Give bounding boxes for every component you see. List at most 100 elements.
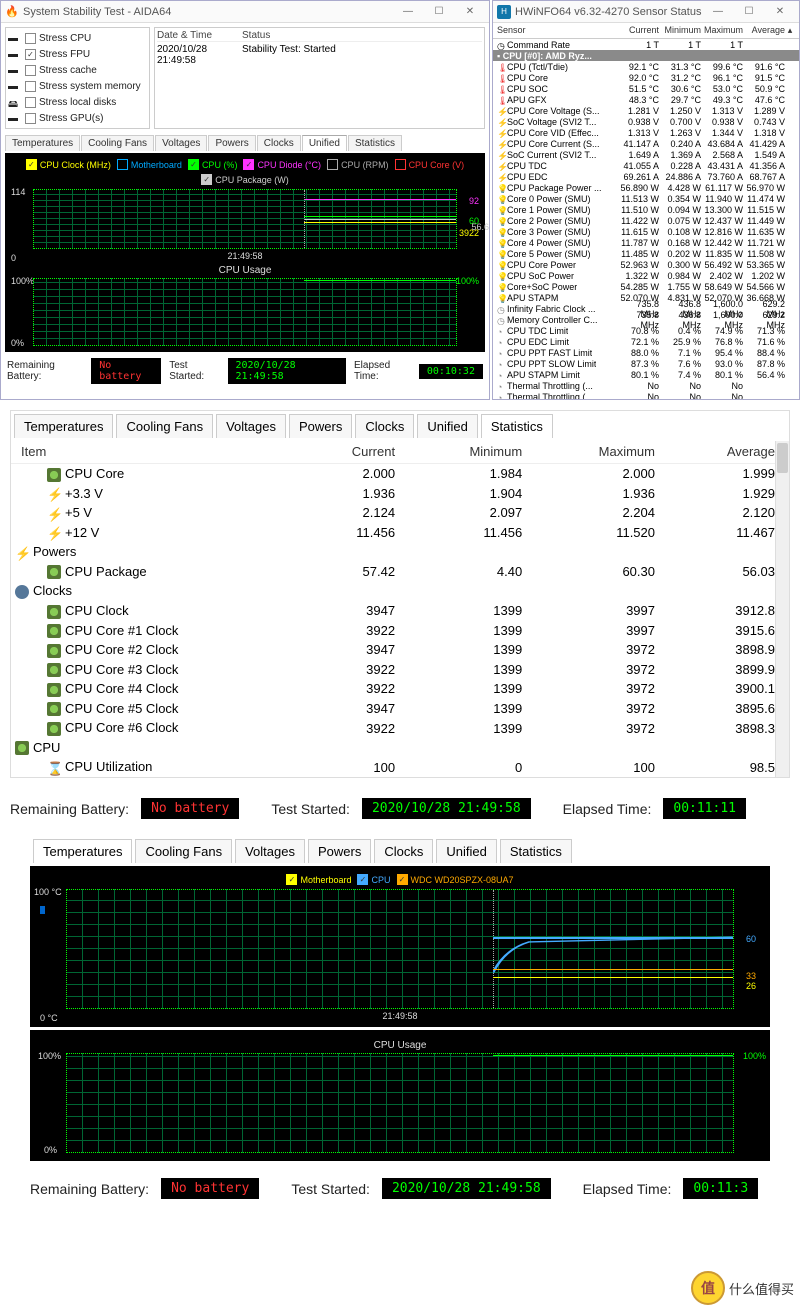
tab-voltages[interactable]: Voltages (216, 414, 286, 438)
tab-clocks[interactable]: Clocks (355, 414, 414, 438)
category-row[interactable]: CPU (11, 738, 789, 758)
maximize-button[interactable]: ☐ (734, 3, 764, 21)
legend-item[interactable]: ✓CPU (357, 874, 390, 885)
sensor-row[interactable]: ◔CPU EDC Limit72.1 %25.9 %76.8 %71.6 % (493, 336, 799, 347)
table-row[interactable]: CPU Core #1 Clock3922139939973915.6 (11, 621, 789, 641)
table-row[interactable]: ⚡+3.3 V1.9361.9041.9361.929 (11, 484, 789, 504)
minimize-button[interactable]: — (703, 3, 733, 21)
table-row[interactable]: CPU Core #4 Clock3922139939723900.1 (11, 679, 789, 699)
col-minimum[interactable]: Minimum (409, 440, 536, 464)
sensor-row[interactable]: ⚡CPU TDC41.055 A0.228 A43.431 A41.356 A (493, 160, 799, 171)
sensor-row[interactable]: 🌡CPU SOC51.5 °C30.6 °C53.0 °C50.9 °C (493, 83, 799, 94)
tab-statistics[interactable]: Statistics (348, 135, 402, 151)
checkbox[interactable] (327, 159, 338, 170)
legend-item[interactable]: Motherboard (117, 159, 182, 170)
sensor-row[interactable]: ⚡CPU Core VID (Effec...1.313 V1.263 V1.3… (493, 127, 799, 138)
tab-unified[interactable]: Unified (436, 839, 496, 863)
legend-item[interactable]: ✓Motherboard (286, 874, 351, 885)
sensor-row[interactable]: ⚡SoC Current (SVI2 T...1.649 A1.369 A2.5… (493, 149, 799, 160)
sensor-row[interactable]: ◔CPU TDC Limit70.8 %0.4 %74.9 %71.3 % (493, 325, 799, 336)
close-button[interactable]: ✕ (765, 3, 795, 21)
sensor-row[interactable]: 💡Core 0 Power (SMU)11.513 W0.354 W11.940… (493, 193, 799, 204)
sensor-row[interactable]: 🌡APU GFX48.3 °C29.7 °C49.3 °C47.6 °C (493, 94, 799, 105)
col-min[interactable]: Minimum (659, 25, 701, 36)
col-maximum[interactable]: Maximum (536, 440, 669, 464)
sensor-row[interactable]: ◔Thermal Throttling (...NoNoNo (493, 380, 799, 391)
sensor-row[interactable]: 💡Core 3 Power (SMU)11.615 W0.108 W12.816… (493, 226, 799, 237)
checkbox[interactable]: ✓ (243, 159, 254, 170)
sensor-row[interactable]: ⚡CPU Core Current (S...41.147 A0.240 A43… (493, 138, 799, 149)
legend-item[interactable]: ✓CPU Package (W) (201, 174, 289, 185)
tab-powers[interactable]: Powers (289, 414, 352, 438)
tab-statistics[interactable]: Statistics (500, 839, 572, 863)
col-avg[interactable]: Average (743, 25, 785, 36)
checkbox[interactable]: ✓ (25, 49, 36, 60)
tab-statistics[interactable]: Statistics (481, 414, 553, 438)
checkbox[interactable]: ✓ (188, 159, 199, 170)
tab-powers[interactable]: Powers (308, 839, 371, 863)
scrollbar[interactable] (775, 441, 789, 777)
col-sensor[interactable]: Sensor (497, 25, 617, 36)
sensor-row[interactable]: 🌡CPU (Tctl/Tdie)92.1 °C31.3 °C99.6 °C91.… (493, 61, 799, 72)
sensor-row[interactable]: 💡Core 2 Power (SMU)11.422 W0.075 W12.437… (493, 215, 799, 226)
checkbox[interactable] (25, 81, 36, 92)
table-row[interactable]: ⚡+12 V11.45611.45611.52011.467 (11, 523, 789, 543)
sensor-row[interactable]: 💡Core 1 Power (SMU)11.510 W0.094 W13.300… (493, 204, 799, 215)
tab-clocks[interactable]: Clocks (374, 839, 433, 863)
checkbox[interactable]: ✓ (357, 874, 368, 885)
sensor-row[interactable]: ◔Thermal Throttling (...NoNoNo (493, 391, 799, 399)
maximize-button[interactable]: ☐ (424, 3, 454, 21)
chevron-up-icon[interactable]: ▴ (785, 25, 795, 36)
col-current[interactable]: Current (617, 25, 659, 36)
sensor-row[interactable]: 💡CPU Core Power52.963 W0.300 W56.492 W53… (493, 259, 799, 270)
legend-item[interactable]: CPU (RPM) (327, 159, 389, 170)
checkbox[interactable] (395, 159, 406, 170)
checkbox[interactable] (25, 113, 36, 124)
checkbox[interactable]: ✓ (26, 159, 37, 170)
category-label[interactable]: ▪ CPU [#0]: AMD Ryz... (497, 51, 617, 61)
checkbox[interactable] (25, 97, 36, 108)
scroll-thumb[interactable] (777, 443, 788, 473)
sensor-row[interactable]: ◔CPU PPT SLOW Limit87.3 %7.6 %93.0 %87.8… (493, 358, 799, 369)
table-row[interactable]: CPU Package57.424.4060.3056.03 (11, 562, 789, 582)
hwinfo-sensor-list[interactable]: ◷Command Rate1 T1 T1 T▪ CPU [#0]: AMD Ry… (493, 39, 799, 399)
table-row[interactable]: CPU Core #3 Clock3922139939723899.9 (11, 660, 789, 680)
table-row[interactable]: ⌛CPU Utilization100010098.5 (11, 757, 789, 777)
legend-item[interactable]: ✓CPU (%) (188, 159, 238, 170)
tab-powers[interactable]: Powers (208, 135, 255, 151)
tab-temperatures[interactable]: Temperatures (14, 414, 113, 438)
tab-cooling-fans[interactable]: Cooling Fans (116, 414, 213, 438)
category-row[interactable]: Clocks (11, 581, 789, 601)
checkbox[interactable] (117, 159, 128, 170)
minimize-button[interactable]: — (393, 3, 423, 21)
table-row[interactable]: CPU Core #5 Clock3947139939723895.6 (11, 699, 789, 719)
table-row[interactable]: CPU Clock3947139939973912.8 (11, 601, 789, 621)
tab-cooling-fans[interactable]: Cooling Fans (135, 839, 232, 863)
sensor-row[interactable]: ⚡CPU Core Voltage (S...1.281 V1.250 V1.3… (493, 105, 799, 116)
legend-item[interactable]: ✓CPU Diode (°C) (243, 159, 321, 170)
checkbox[interactable] (25, 65, 36, 76)
tab-voltages[interactable]: Voltages (155, 135, 207, 151)
checkbox[interactable] (25, 33, 36, 44)
sensor-row[interactable]: 💡CPU SoC Power1.322 W0.984 W2.402 W1.202… (493, 270, 799, 281)
sensor-row[interactable]: 💡Core 4 Power (SMU)11.787 W0.168 W12.442… (493, 237, 799, 248)
col-item[interactable]: Item (11, 440, 297, 464)
checkbox[interactable]: ✓ (286, 874, 297, 885)
sensor-row[interactable]: ⚡CPU EDC69.261 A24.886 A73.760 A68.767 A (493, 171, 799, 182)
category-row[interactable]: ⚡Powers (11, 542, 789, 562)
hwinfo-titlebar[interactable]: H HWiNFO64 v6.32-4270 Sensor Status — ☐ … (493, 1, 799, 23)
tab-temperatures[interactable]: Temperatures (5, 135, 80, 151)
sensor-row[interactable]: 🌡CPU Core92.0 °C31.2 °C96.1 °C91.5 °C (493, 72, 799, 83)
tab-unified[interactable]: Unified (417, 414, 477, 438)
sensor-row[interactable]: ◷Memory Controller C...735.8 MHz436.8 MH… (493, 314, 799, 325)
legend-item[interactable]: ✓WDC WD20SPZX-08UA7 (397, 874, 514, 885)
sensor-row[interactable]: ◔CPU PPT FAST Limit88.0 %7.1 %95.4 %88.4… (493, 347, 799, 358)
close-button[interactable]: ✕ (455, 3, 485, 21)
aida64-titlebar[interactable]: 🔥 System Stability Test - AIDA64 — ☐ ✕ (1, 1, 489, 23)
tab-voltages[interactable]: Voltages (235, 839, 305, 863)
sensor-row[interactable]: 💡CPU Package Power ...56.890 W4.428 W61.… (493, 182, 799, 193)
table-row[interactable]: CPU Core #2 Clock3947139939723898.9 (11, 640, 789, 660)
table-row[interactable]: CPU Core2.0001.9842.0001.999 (11, 464, 789, 484)
col-current[interactable]: Current (297, 440, 409, 464)
tab-clocks[interactable]: Clocks (257, 135, 301, 151)
